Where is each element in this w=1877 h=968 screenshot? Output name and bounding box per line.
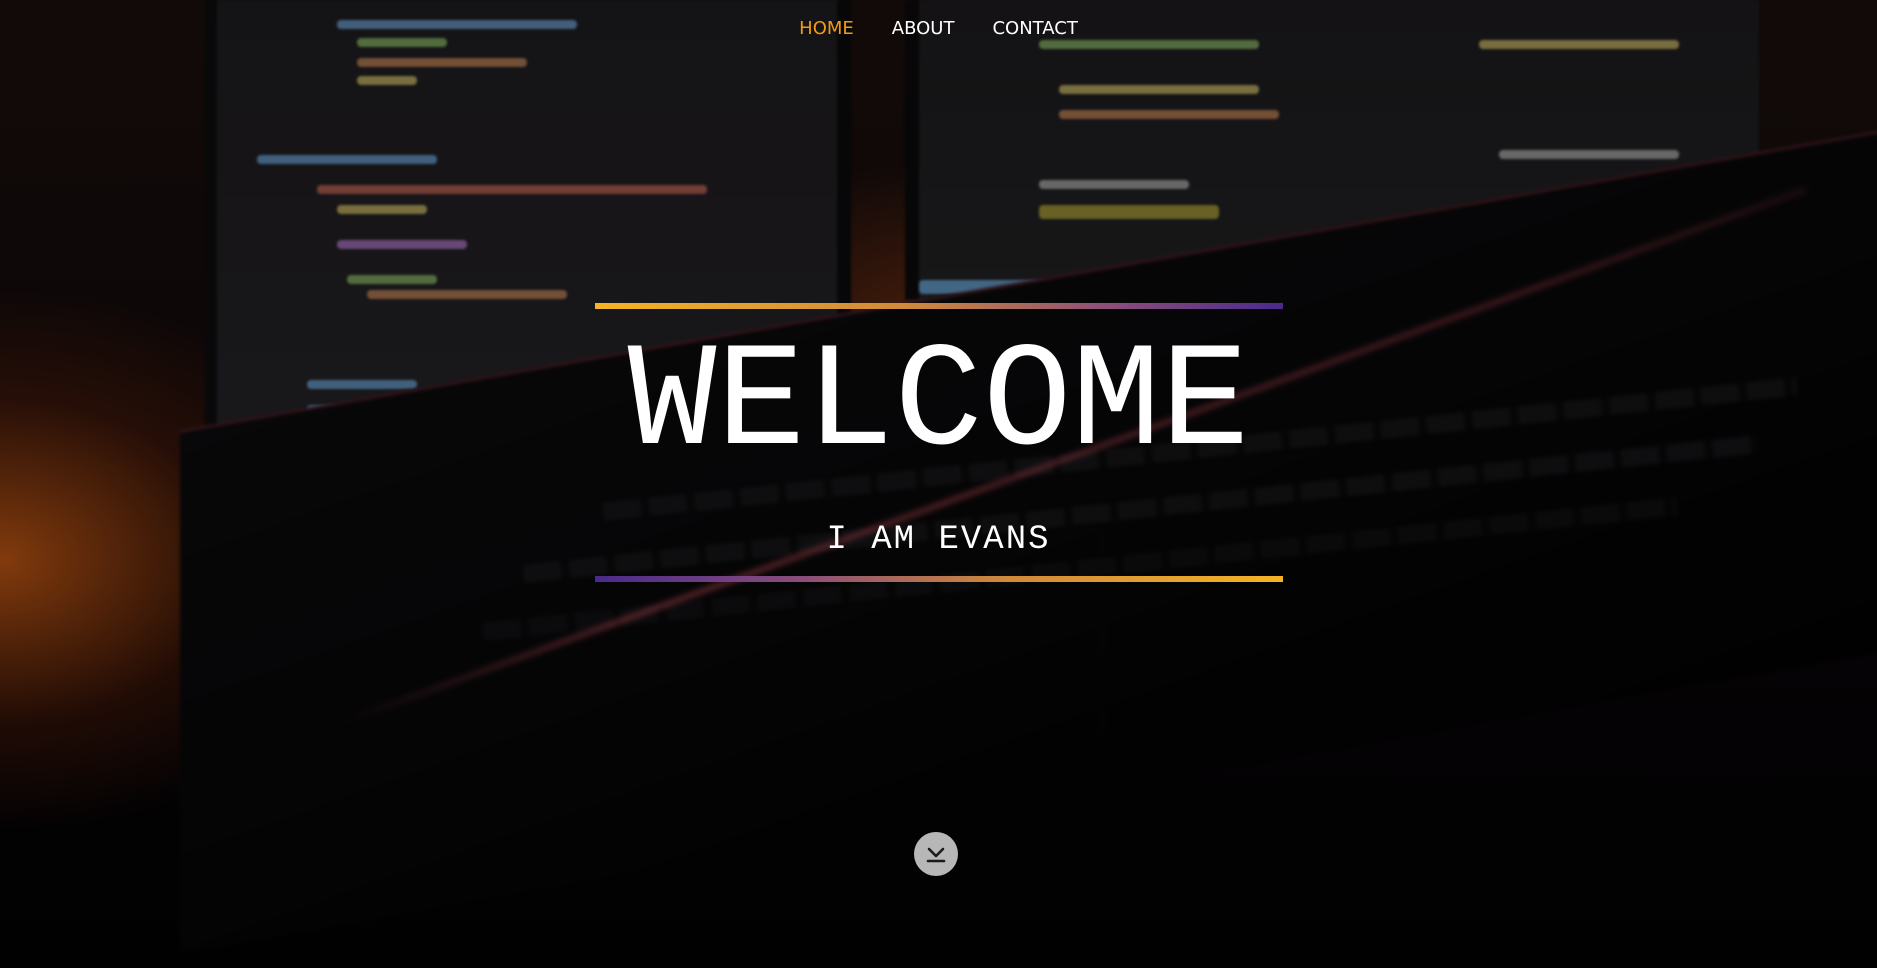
nav-contact-link[interactable]: CONTACT (992, 18, 1077, 39)
hero-section: HOME ABOUT CONTACT WELCOME I AM EVANS (0, 0, 1877, 968)
hero-title: WELCOME (627, 321, 1250, 488)
main-nav: HOME ABOUT CONTACT (0, 18, 1877, 39)
gradient-divider-bottom (595, 576, 1283, 582)
nav-home-link[interactable]: HOME (799, 18, 854, 39)
nav-about-link[interactable]: ABOUT (892, 18, 955, 39)
hero-subtitle: I AM EVANS (826, 521, 1051, 559)
gradient-divider-top (595, 303, 1283, 309)
scroll-down-button[interactable] (914, 832, 958, 876)
chevron-down-bar-icon (926, 847, 946, 863)
